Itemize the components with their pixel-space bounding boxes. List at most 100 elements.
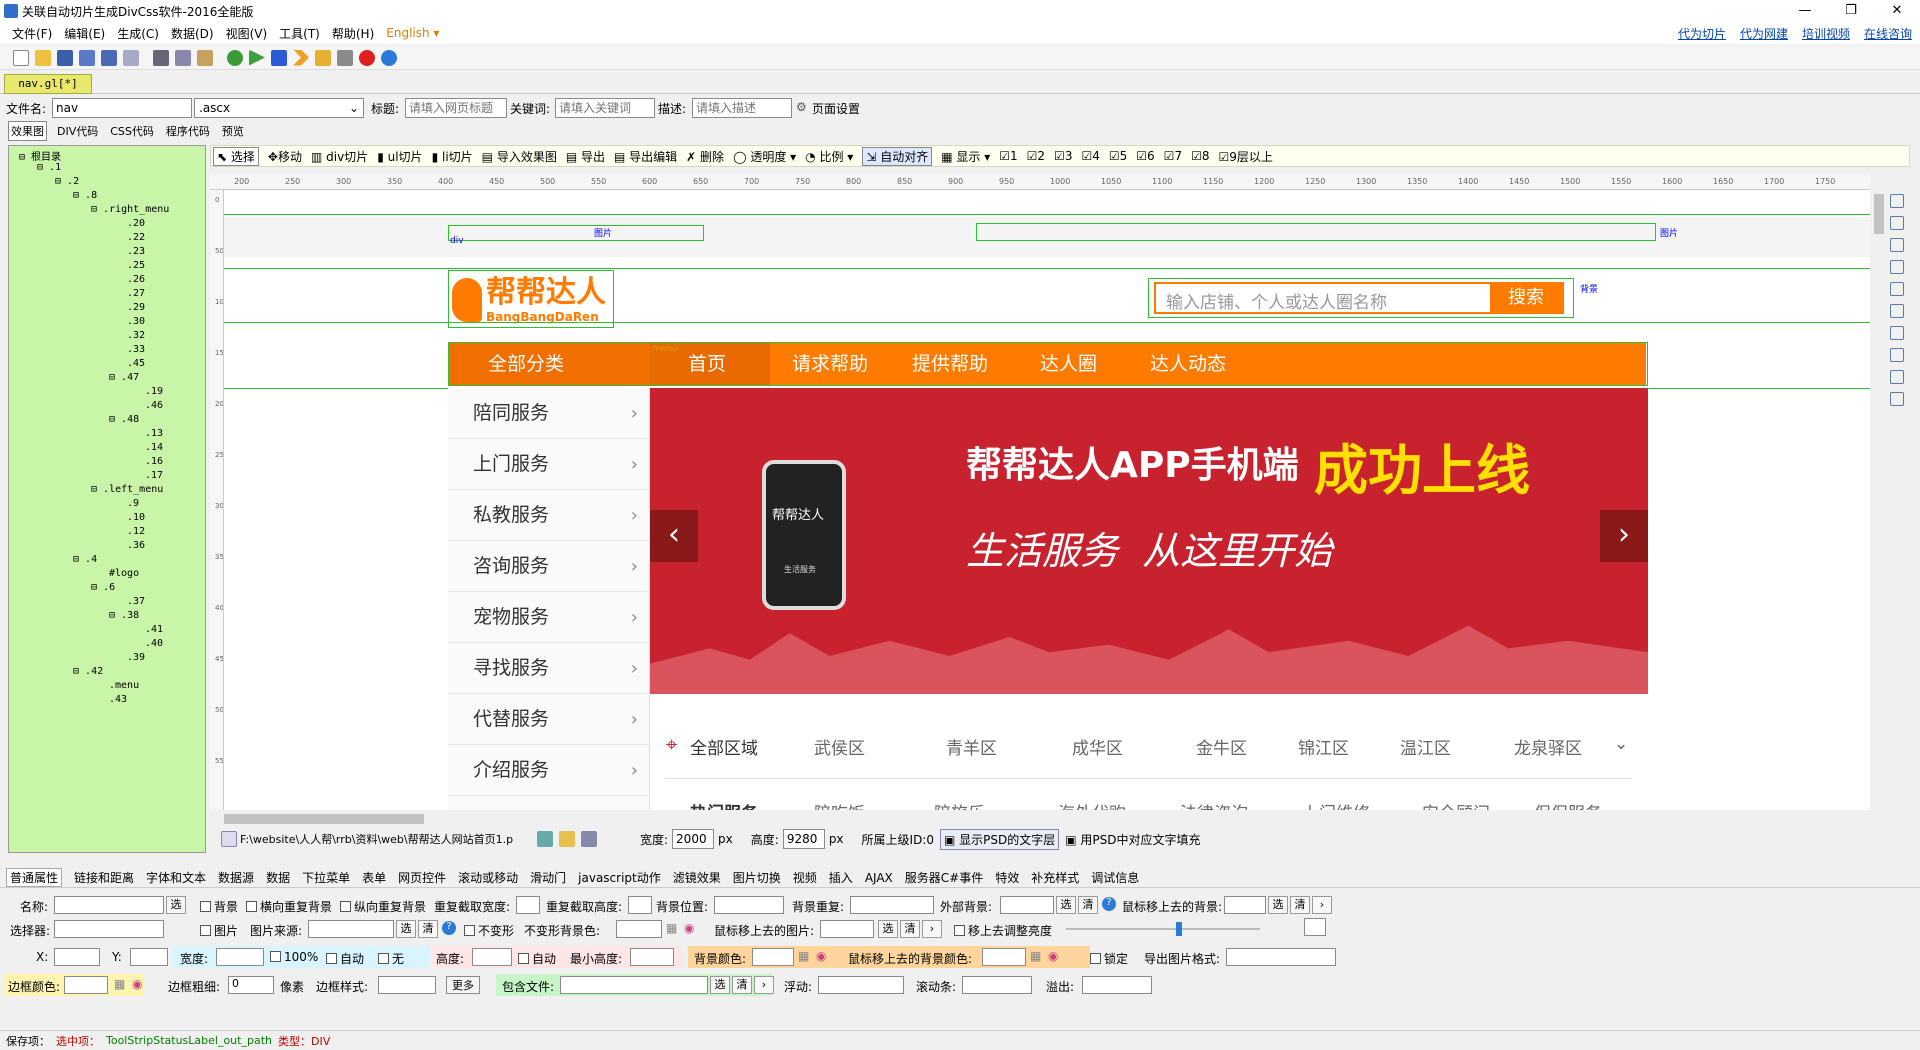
repeat-width-input[interactable] <box>516 896 540 914</box>
ratio-dropdown[interactable]: ◔ 比例 ▾ <box>805 148 853 165</box>
auto-align-toggle[interactable]: ⇲ 自动对齐 <box>862 146 933 166</box>
tab-links[interactable]: 链接和距离 <box>74 869 134 886</box>
pic-src-choose[interactable]: 选 <box>396 920 416 938</box>
print-icon[interactable] <box>123 49 139 66</box>
service-item[interactable]: 私教服务 › <box>448 490 650 541</box>
tree-node[interactable]: ⊟ .38 <box>109 610 139 621</box>
link-training[interactable]: 培训视频 <box>1802 25 1850 42</box>
grid-icon[interactable]: ▦ <box>798 949 809 963</box>
height-auto-checkbox[interactable]: 自动 <box>518 950 556 967</box>
horizontal-scrollbar[interactable] <box>210 812 1870 826</box>
tab-video[interactable]: 视频 <box>793 869 817 886</box>
color-wheel-icon[interactable]: ◉ <box>132 977 142 991</box>
distribute-icon[interactable] <box>1890 392 1904 406</box>
service-item[interactable]: 宠物服务 › <box>448 592 650 643</box>
tree-node[interactable]: ⊟ .right_menu <box>91 204 169 215</box>
site-search-button[interactable]: 搜索 <box>1490 284 1562 312</box>
hot-item[interactable]: 安全顾问 <box>1422 799 1490 810</box>
tree-node[interactable]: ⊟ .42 <box>73 666 103 677</box>
hot-item[interactable]: 陪旅乐 <box>934 799 985 810</box>
tab-div-code[interactable]: DIV代码 <box>55 122 100 140</box>
tree-node[interactable]: ⊟ .48 <box>109 414 139 425</box>
hot-item[interactable]: 海外代购 <box>1058 799 1126 810</box>
hover-pic-clear[interactable]: 清 <box>900 920 920 938</box>
include-choose[interactable]: 选 <box>710 976 730 994</box>
layer-6-checkbox[interactable]: ☑6 <box>1136 149 1154 163</box>
pic-checkbox[interactable]: 图片 <box>200 922 238 939</box>
tab-insert[interactable]: 插入 <box>829 869 853 886</box>
tree-node[interactable]: .29 <box>127 302 145 313</box>
use-psd-text-button[interactable]: ▣ 用PSD中对应文字填充 <box>1065 831 1200 848</box>
same-height-icon[interactable] <box>1890 348 1904 362</box>
tab-effects[interactable]: 特效 <box>995 869 1019 886</box>
menu-edit[interactable]: 编辑(E) <box>64 25 105 42</box>
area-item[interactable]: 锦江区 <box>1298 734 1349 759</box>
extension-select[interactable]: .ascx ⌄ <box>194 98 364 118</box>
link-slicing[interactable]: 代为切片 <box>1678 25 1726 42</box>
tab-sliding[interactable]: 滑动门 <box>530 869 566 886</box>
help-icon[interactable] <box>381 49 397 66</box>
tree-node[interactable]: .36 <box>127 540 145 551</box>
minimize-button[interactable]: — <box>1782 0 1828 22</box>
scroll-thumb[interactable] <box>224 814 424 824</box>
canvas-height-input[interactable] <box>782 829 825 849</box>
li-slice-tool[interactable]: ▮ li切片 <box>432 148 473 165</box>
tab-form[interactable]: 表单 <box>362 869 386 886</box>
tree-node[interactable]: ⊟ .2 <box>55 176 79 187</box>
nav-slice[interactable] <box>448 342 1648 386</box>
tree-node[interactable]: .40 <box>145 638 163 649</box>
restore-button[interactable]: ❐ <box>1828 0 1874 22</box>
hover-pic-choose[interactable]: 选 <box>878 920 898 938</box>
tree-node[interactable]: .30 <box>127 316 145 327</box>
hot-item[interactable]: 上门维修 <box>1302 799 1370 810</box>
tree-node[interactable]: #logo <box>109 568 139 579</box>
page-settings-button[interactable]: 页面设置 <box>812 100 860 117</box>
area-item[interactable]: 成华区 <box>1072 734 1123 759</box>
pic-src-input[interactable] <box>308 920 394 938</box>
x-input[interactable] <box>54 948 100 966</box>
run-icon[interactable] <box>249 49 265 66</box>
align-left-icon[interactable] <box>1890 194 1904 208</box>
tree-node[interactable]: .26 <box>127 274 145 285</box>
layer-9-checkbox[interactable]: ☑9层以上 <box>1218 148 1272 165</box>
align-top-icon[interactable] <box>1890 260 1904 274</box>
ext-bg-choose[interactable]: 选 <box>1056 896 1076 914</box>
selector-select[interactable] <box>54 920 164 938</box>
service-item[interactable]: 陪同服务 › <box>448 388 650 439</box>
link-build[interactable]: 代为网建 <box>1740 25 1788 42</box>
bg-checkbox[interactable]: 背景 <box>200 898 238 915</box>
banner-prev-button[interactable]: ‹ <box>650 510 698 562</box>
tree-node[interactable]: .menu <box>109 680 139 691</box>
bg-color-input[interactable] <box>752 948 794 966</box>
layer-2-checkbox[interactable]: ☑2 <box>1027 149 1045 163</box>
opacity-dropdown[interactable]: ◯ 透明度 ▾ <box>733 148 796 165</box>
repeat-height-input[interactable] <box>628 896 652 914</box>
refresh-icon[interactable] <box>537 831 553 847</box>
layer-4-checkbox[interactable]: ☑4 <box>1081 149 1099 163</box>
same-size-icon[interactable] <box>1890 370 1904 384</box>
tab-css-code[interactable]: CSS代码 <box>108 122 156 140</box>
delete-button[interactable]: ✗ 删除 <box>686 148 724 165</box>
color-wheel-icon[interactable]: ◉ <box>684 921 694 935</box>
menu-data[interactable]: 数据(D) <box>171 25 214 42</box>
paste-icon[interactable] <box>197 49 213 66</box>
tree-node[interactable]: .27 <box>127 288 145 299</box>
hover-bg-more[interactable]: › <box>1312 896 1332 914</box>
hover-bg-input[interactable] <box>1224 896 1266 914</box>
close-button[interactable]: ✕ <box>1874 0 1920 22</box>
tree-node[interactable]: ⊟ .1 <box>37 162 61 173</box>
tree-node[interactable]: ⊟ 根目录 <box>19 148 61 163</box>
tree-node[interactable]: .12 <box>127 526 145 537</box>
tab-debug[interactable]: 调试信息 <box>1091 869 1139 886</box>
vertical-scrollbar[interactable] <box>1872 174 1886 810</box>
save-icon[interactable] <box>57 49 73 66</box>
align-middle-icon[interactable] <box>1890 282 1904 296</box>
doc-tab-nav[interactable]: nav.gl[*] <box>4 74 92 94</box>
bg-pos-select[interactable] <box>714 896 784 914</box>
cut-icon[interactable] <box>153 49 169 66</box>
v-repeat-checkbox[interactable]: 纵向重复背景 <box>340 898 426 915</box>
hot-item[interactable]: 保保服务 <box>1534 799 1602 810</box>
width-auto-checkbox[interactable]: 自动 <box>326 950 364 967</box>
language-menu[interactable]: English ▾ <box>386 26 439 40</box>
area-all[interactable]: 全部区域 <box>690 734 758 759</box>
